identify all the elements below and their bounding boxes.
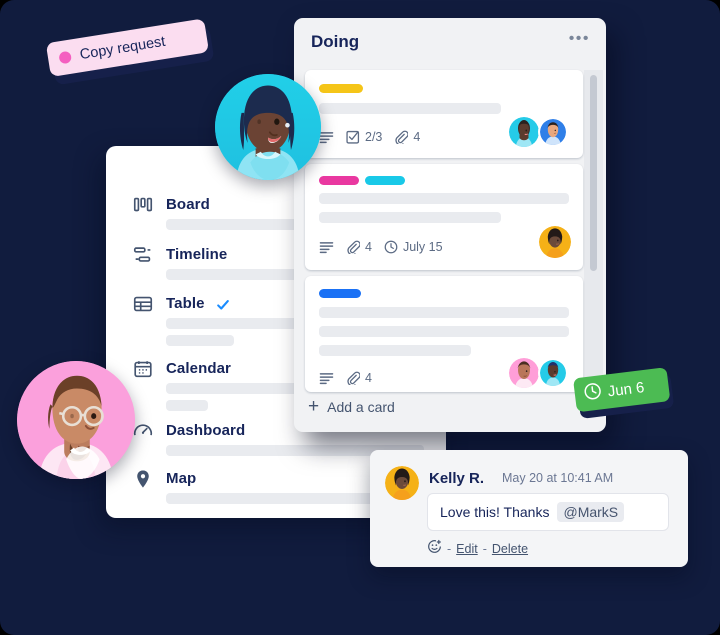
sidebar-item-label: Board: [166, 196, 210, 213]
page-title: Doing: [311, 32, 360, 51]
avatar[interactable]: [509, 358, 539, 388]
placeholder-line: [319, 326, 569, 337]
calendar-icon: [132, 358, 154, 380]
mention-chip[interactable]: @MarkS: [557, 502, 625, 522]
ellipsis-icon[interactable]: •••: [569, 31, 590, 47]
timeline-icon: [132, 244, 154, 266]
sidebar-item-label: Table: [166, 295, 205, 312]
sidebar-item-label: Map: [166, 470, 197, 487]
description-icon: [319, 241, 334, 254]
attachment-icon: [394, 130, 409, 144]
avatar[interactable]: [17, 361, 135, 479]
comment-author: Kelly R.: [429, 470, 485, 487]
description-icon: [319, 372, 334, 385]
attachment-count: 4: [365, 240, 372, 254]
due-date-label: Jun 6: [606, 378, 646, 400]
attachment-icon: [346, 240, 360, 254]
map-pin-icon: [132, 468, 154, 490]
separator: -: [482, 542, 487, 556]
board-icon: [132, 194, 154, 216]
add-card-label: Add a card: [327, 399, 395, 415]
task-card[interactable]: 4 July 15: [305, 164, 583, 270]
task-card[interactable]: 2/3 4: [305, 70, 583, 158]
checklist-count: 2/3: [365, 130, 383, 144]
clock-icon: [583, 381, 604, 406]
avatar[interactable]: [215, 74, 321, 180]
avatar[interactable]: [539, 226, 571, 258]
comment-card: Kelly R. May 20 at 10:41 AM Love this! T…: [370, 450, 688, 567]
separator: -: [447, 542, 452, 556]
sidebar-item-label: Dashboard: [166, 422, 246, 439]
add-reaction-icon[interactable]: [427, 539, 442, 559]
card-label-tag: [319, 289, 361, 298]
card-meta: 2/3 4: [319, 130, 420, 144]
table-icon: [132, 293, 154, 315]
description-icon: [319, 131, 334, 144]
comment-timestamp: May 20 at 10:41 AM: [502, 471, 614, 485]
comment-actions: - Edit - Delete: [427, 539, 528, 559]
doing-list-header: Doing •••: [294, 18, 606, 68]
card-label-tag: [319, 84, 363, 93]
clock-icon: [384, 240, 398, 254]
check-icon: [216, 298, 230, 312]
placeholder-line: [319, 103, 501, 114]
card-meta: 4: [319, 371, 372, 385]
plus-icon: +: [308, 396, 320, 417]
placeholder-line: [166, 400, 208, 411]
avatar[interactable]: [509, 117, 539, 147]
copy-request-label: Copy request: [78, 33, 167, 64]
illustration-canvas: Copy request Board Timeline Table Calend…: [0, 0, 720, 635]
checklist-icon: [346, 130, 360, 144]
dot-icon: [58, 50, 73, 65]
card-label-tag: [319, 176, 359, 185]
sidebar-item-label: Calendar: [166, 360, 231, 377]
avatar[interactable]: [538, 117, 568, 147]
delete-link[interactable]: Delete: [492, 542, 528, 556]
sidebar-item-label: Timeline: [166, 246, 228, 263]
avatar[interactable]: [538, 358, 568, 388]
doing-list-panel: Doing ••• 2/3 4 4 July 15 4 + Add a card: [294, 18, 606, 432]
scrollbar-thumb[interactable]: [590, 75, 597, 271]
placeholder-line: [319, 212, 501, 223]
attachment-icon: [346, 371, 360, 385]
due-date: July 15: [402, 240, 443, 254]
placeholder-line: [166, 335, 234, 346]
avatar[interactable]: [385, 466, 419, 500]
placeholder-line: [319, 307, 569, 318]
attachment-count: 4: [365, 371, 372, 385]
dashboard-icon: [132, 420, 154, 442]
comment-text: Love this! Thanks: [440, 504, 550, 520]
comment-body[interactable]: Love this! Thanks @MarkS: [427, 493, 669, 531]
card-label-tag: [365, 176, 405, 185]
card-meta: 4 July 15: [319, 240, 443, 254]
edit-link[interactable]: Edit: [456, 542, 478, 556]
add-card-button[interactable]: + Add a card: [308, 396, 395, 417]
placeholder-line: [319, 193, 569, 204]
copy-request-badge[interactable]: Copy request: [45, 14, 218, 88]
placeholder-line: [319, 345, 471, 356]
attachment-count: 4: [413, 130, 421, 144]
task-card[interactable]: 4: [305, 276, 583, 392]
